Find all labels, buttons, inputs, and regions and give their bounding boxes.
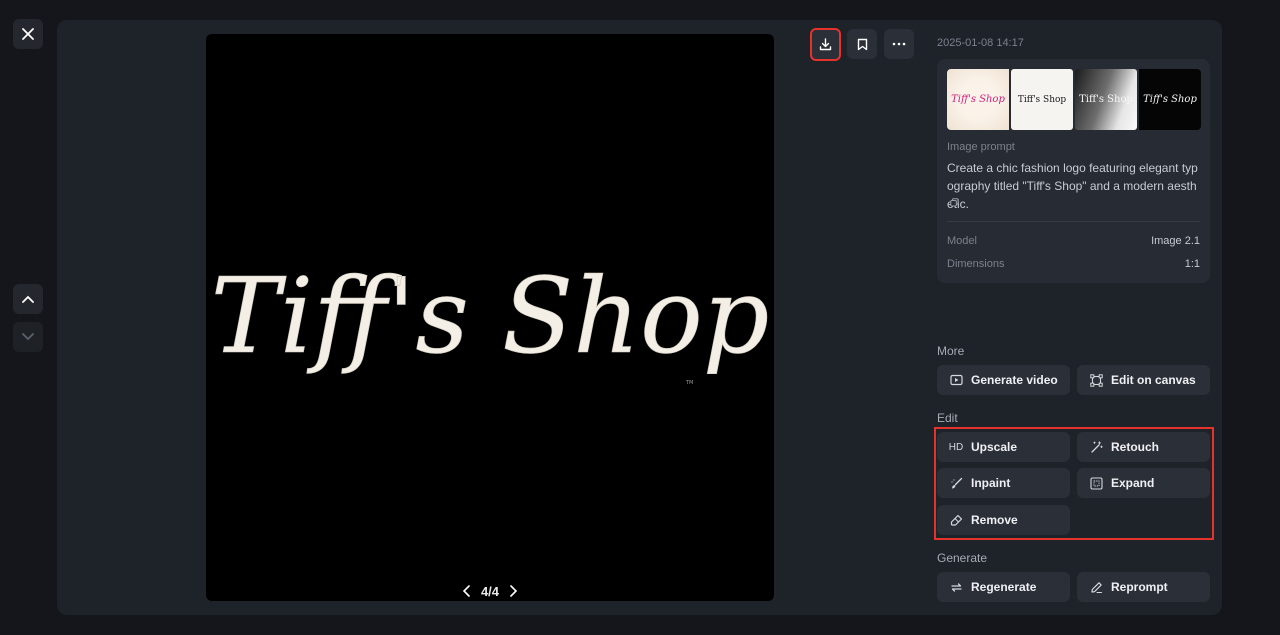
bookmark-button[interactable]: [847, 29, 877, 59]
thumbnail-strip: Tiff's Shop Tiff's Shop Tiff's Shop Tiff…: [947, 69, 1201, 130]
pencil-icon: [1089, 580, 1103, 594]
inpaint-label: Inpaint: [971, 476, 1011, 490]
logo-image: Tiff's Shop TM: [210, 255, 770, 386]
expand-icon: [1089, 476, 1103, 490]
info-divider: [947, 221, 1200, 222]
download-icon: [819, 38, 832, 51]
copy-prompt-button[interactable]: [950, 198, 959, 207]
more-options-button[interactable]: [884, 29, 914, 59]
close-icon: [22, 28, 34, 40]
retouch-label: Retouch: [1111, 440, 1159, 454]
generate-video-button[interactable]: Generate video: [937, 365, 1070, 395]
pager-count: 4/4: [480, 583, 500, 599]
dimensions-row: Dimensions 1:1: [947, 258, 1200, 270]
more-icon: [892, 42, 906, 46]
section-more-label: More: [937, 344, 965, 358]
reprompt-button[interactable]: Reprompt: [1077, 572, 1210, 602]
thumbnail-3[interactable]: Tiff's Shop: [1075, 69, 1137, 130]
remove-label: Remove: [971, 513, 1018, 527]
hd-icon: HD: [948, 441, 964, 453]
thumbnail-2[interactable]: Tiff's Shop: [1011, 69, 1073, 130]
canvas-icon: [1089, 373, 1103, 387]
section-generate-label: Generate: [937, 551, 988, 565]
chevron-left-icon: [462, 585, 470, 597]
image-pager: 4/4: [206, 583, 774, 599]
chevron-right-icon: [510, 585, 518, 597]
dimensions-label: Dimensions: [947, 258, 1005, 270]
regenerate-label: Regenerate: [971, 580, 1037, 594]
creation-timestamp: 2025-01-08 14:17: [937, 37, 1024, 49]
image-canvas[interactable]: Tiff's Shop TM 4/4: [206, 34, 774, 601]
thumbnail-1[interactable]: Tiff's Shop: [947, 69, 1009, 130]
model-row: Model Image 2.1: [947, 235, 1200, 247]
thumbnail-4[interactable]: Tiff's Shop: [1139, 69, 1201, 130]
bookmark-icon: [857, 38, 867, 50]
eraser-icon: [949, 513, 963, 527]
info-card: Tiff's Shop Tiff's Shop Tiff's Shop Tiff…: [937, 59, 1210, 283]
chevron-down-icon: [22, 333, 34, 341]
expand-label: Expand: [1111, 476, 1155, 490]
regenerate-button[interactable]: Regenerate: [937, 572, 1070, 602]
download-button[interactable]: [810, 28, 841, 61]
regenerate-icon: [949, 580, 963, 594]
prompt-label: Image prompt: [947, 141, 1015, 153]
magic-wand-icon: [1089, 440, 1103, 454]
dimensions-value: 1:1: [1184, 258, 1200, 270]
video-icon: [949, 373, 963, 387]
upscale-button[interactable]: HD Upscale: [937, 432, 1070, 462]
retouch-button[interactable]: Retouch: [1077, 432, 1210, 462]
prompt-text: Create a chic fashion logo featuring ele…: [947, 161, 1198, 211]
previous-image-button[interactable]: [13, 284, 43, 314]
remove-button[interactable]: Remove: [937, 505, 1070, 535]
logo-text: Tiff's Shop: [211, 255, 770, 377]
next-image-button[interactable]: [13, 322, 43, 352]
model-value: Image 2.1: [1151, 235, 1200, 247]
brush-icon: [949, 476, 963, 490]
model-label: Model: [947, 235, 977, 247]
generate-video-label: Generate video: [971, 373, 1058, 387]
logo-trademark: TM: [685, 380, 693, 386]
section-edit-label: Edit: [937, 411, 958, 425]
reprompt-label: Reprompt: [1111, 580, 1168, 594]
pager-next-button[interactable]: [509, 585, 518, 597]
copy-icon: [950, 198, 959, 207]
edit-on-canvas-button[interactable]: Edit on canvas: [1077, 365, 1210, 395]
chevron-up-icon: [22, 295, 34, 303]
close-button[interactable]: [13, 19, 43, 49]
expand-button[interactable]: Expand: [1077, 468, 1210, 498]
inpaint-button[interactable]: Inpaint: [937, 468, 1070, 498]
edit-on-canvas-label: Edit on canvas: [1111, 373, 1196, 387]
upscale-label: Upscale: [971, 440, 1018, 454]
pager-prev-button[interactable]: [462, 585, 471, 597]
